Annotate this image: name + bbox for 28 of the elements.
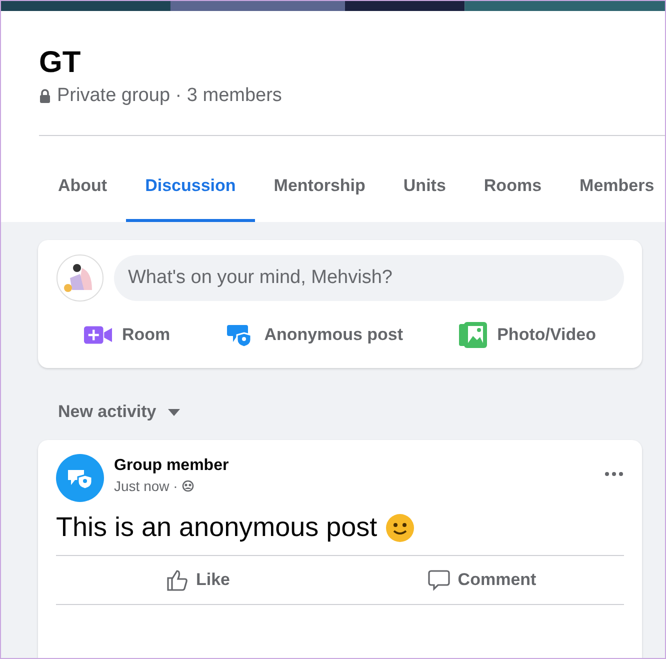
tab[interactable]: Rooms <box>464 152 561 222</box>
group-name: GT <box>39 45 82 81</box>
group-privacy-info: Private group · 3 members <box>57 85 282 107</box>
tab[interactable]: Discussion <box>126 152 255 222</box>
thumbs-up-icon <box>166 569 188 591</box>
anonymous-avatar-icon <box>56 454 104 502</box>
post-author[interactable]: Group member <box>114 457 594 475</box>
tab[interactable]: Members <box>560 152 665 222</box>
speech-bubble-icon <box>428 569 450 591</box>
sort-dropdown[interactable]: New activity <box>52 398 186 426</box>
post-action-button[interactable]: Like <box>56 556 340 604</box>
tab[interactable]: Mentorship <box>254 152 384 222</box>
avatar-icon <box>56 254 104 302</box>
composer-action-button[interactable]: Room <box>74 314 180 356</box>
smiley-icon <box>385 512 416 542</box>
post-input-field[interactable]: What's on your mind, Mehvish? <box>114 255 624 301</box>
group-audience-icon <box>182 480 194 492</box>
tab[interactable]: Units <box>384 152 465 222</box>
photo-icon <box>459 322 488 348</box>
composer-action-button[interactable]: Anonymous post <box>216 314 414 356</box>
post-action-button[interactable]: Comment <box>340 556 624 604</box>
caret-icon <box>168 408 180 416</box>
tab[interactable]: About <box>39 152 126 222</box>
composer-action-button[interactable]: Photo/Video <box>449 314 606 356</box>
more-options-icon[interactable] <box>604 472 624 476</box>
post-text: This is an anonymous post <box>56 512 378 543</box>
lock-icon <box>39 89 51 103</box>
post-time: Just now · <box>114 478 178 494</box>
